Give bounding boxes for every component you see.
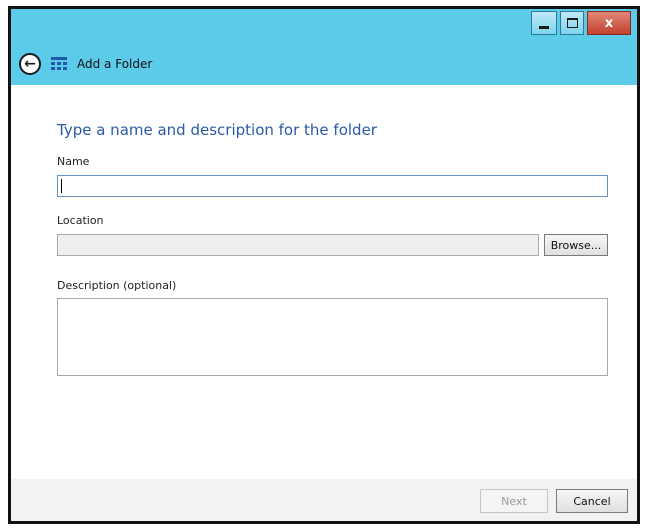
- next-button[interactable]: Next: [480, 489, 548, 513]
- browse-button[interactable]: Browse...: [544, 234, 608, 256]
- folder-grid-icon: [51, 57, 67, 71]
- minimize-icon: [539, 25, 549, 29]
- cancel-button[interactable]: Cancel: [556, 489, 628, 513]
- name-label: Name: [57, 155, 90, 168]
- description-field[interactable]: [57, 298, 608, 376]
- nav-row: ← Add a Folder: [19, 53, 152, 75]
- add-folder-window: x ← Add a Folder Type a name and descrip…: [8, 6, 640, 524]
- name-field[interactable]: [57, 175, 608, 197]
- minimize-button[interactable]: [531, 11, 557, 35]
- location-label: Location: [57, 214, 104, 227]
- browse-label: Browse...: [550, 238, 602, 252]
- window-title: Add a Folder: [77, 57, 153, 71]
- maximize-icon: [566, 18, 578, 28]
- back-button[interactable]: ←: [19, 53, 41, 75]
- close-icon: x: [604, 15, 614, 31]
- cancel-label: Cancel: [573, 494, 611, 508]
- location-field[interactable]: [57, 234, 539, 256]
- next-label: Next: [501, 494, 527, 508]
- footer-bar: Next Cancel: [11, 479, 637, 521]
- caption-buttons: x: [531, 11, 631, 35]
- text-caret: [61, 179, 62, 193]
- description-label: Description (optional): [57, 279, 177, 292]
- title-bar: x ← Add a Folder: [11, 9, 637, 85]
- back-arrow-icon: ←: [24, 56, 36, 72]
- close-button[interactable]: x: [587, 11, 631, 35]
- maximize-button[interactable]: [560, 11, 584, 35]
- form-content: Type a name and description for the fold…: [11, 85, 637, 479]
- page-title: Type a name and description for the fold…: [57, 121, 377, 139]
